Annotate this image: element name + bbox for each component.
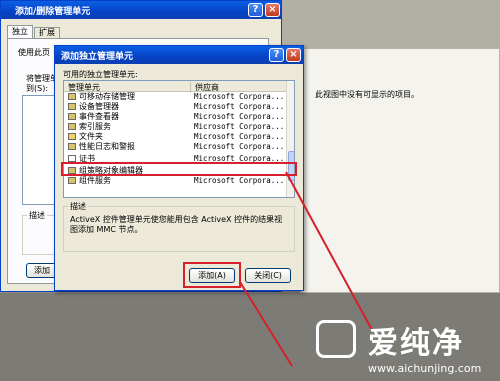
watermark-brand: 爱纯净 [368, 326, 464, 361]
watermark: 爱纯净 www.aichunjing.com [316, 318, 500, 381]
watermark-logo-icon [316, 320, 356, 358]
watermark-url: www.aichunjing.com [368, 362, 482, 375]
